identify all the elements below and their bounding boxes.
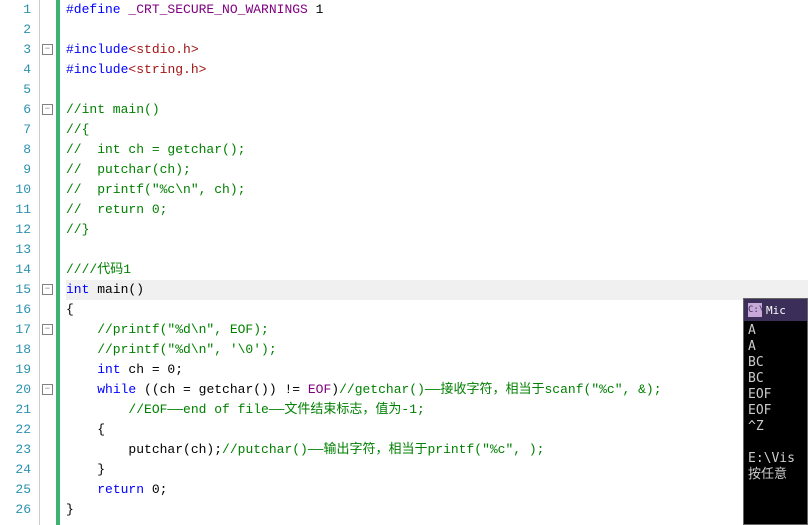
- code-line: {: [66, 420, 808, 440]
- code-line: //}: [66, 220, 808, 240]
- line-number: 10: [0, 180, 31, 200]
- line-number: 4: [0, 60, 31, 80]
- line-number: 1: [0, 0, 31, 20]
- code-line: ////代码1: [66, 260, 808, 280]
- fold-column: − − − − −: [40, 0, 56, 525]
- code-line: while ((ch = getchar()) != EOF)//getchar…: [66, 380, 808, 400]
- fold-toggle[interactable]: −: [42, 384, 53, 395]
- line-number: 16: [0, 300, 31, 320]
- line-number: 13: [0, 240, 31, 260]
- code-line: return 0;: [66, 480, 808, 500]
- code-line: //printf("%d\n", EOF);: [66, 320, 808, 340]
- line-number: 22: [0, 420, 31, 440]
- code-line: [66, 20, 808, 40]
- code-line: #define _CRT_SECURE_NO_WARNINGS 1: [66, 0, 808, 20]
- line-number: 5: [0, 80, 31, 100]
- console-title-text: Mic: [766, 304, 786, 317]
- line-number: 8: [0, 140, 31, 160]
- code-editor: 1234567891011121314151617181920212223242…: [0, 0, 808, 525]
- line-number: 12: [0, 220, 31, 240]
- code-line: //printf("%d\n", '\0');: [66, 340, 808, 360]
- fold-toggle[interactable]: −: [42, 104, 53, 115]
- code-line: // putchar(ch);: [66, 160, 808, 180]
- line-number: 14: [0, 260, 31, 280]
- line-number: 7: [0, 120, 31, 140]
- code-line: int main(): [66, 280, 808, 300]
- line-number: 17: [0, 320, 31, 340]
- fold-toggle[interactable]: −: [42, 44, 53, 55]
- code-line: [66, 240, 808, 260]
- line-number: 25: [0, 480, 31, 500]
- code-line: [66, 80, 808, 100]
- line-number-gutter: 1234567891011121314151617181920212223242…: [0, 0, 40, 525]
- line-number: 18: [0, 340, 31, 360]
- code-line: #include<stdio.h>: [66, 40, 808, 60]
- code-line: {: [66, 300, 808, 320]
- code-line: putchar(ch);//putchar()——输出字符，相当于printf(…: [66, 440, 808, 460]
- line-number: 11: [0, 200, 31, 220]
- line-number: 23: [0, 440, 31, 460]
- code-line: // printf("%c\n", ch);: [66, 180, 808, 200]
- code-line: // int ch = getchar();: [66, 140, 808, 160]
- line-number: 19: [0, 360, 31, 380]
- line-number: 24: [0, 460, 31, 480]
- code-line: }: [66, 500, 808, 520]
- code-line: int ch = 0;: [66, 360, 808, 380]
- line-number: 9: [0, 160, 31, 180]
- line-number: 2: [0, 20, 31, 40]
- line-number: 15: [0, 280, 31, 300]
- fold-toggle[interactable]: −: [42, 324, 53, 335]
- line-number: 6: [0, 100, 31, 120]
- line-number: 26: [0, 500, 31, 520]
- console-titlebar[interactable]: C:\ Mic: [744, 299, 807, 321]
- console-output: A A BC BC EOF EOF ^Z E:\Vis 按任意: [744, 321, 807, 485]
- code-line: }: [66, 460, 808, 480]
- line-number: 21: [0, 400, 31, 420]
- line-number: 20: [0, 380, 31, 400]
- code-line: //{: [66, 120, 808, 140]
- code-line: // return 0;: [66, 200, 808, 220]
- code-area[interactable]: #define _CRT_SECURE_NO_WARNINGS 1 #inclu…: [60, 0, 808, 525]
- console-window[interactable]: C:\ Mic A A BC BC EOF EOF ^Z E:\Vis 按任意: [743, 298, 808, 525]
- code-line: //int main(): [66, 100, 808, 120]
- line-number: 3: [0, 40, 31, 60]
- fold-toggle[interactable]: −: [42, 284, 53, 295]
- code-line: //EOF——end of file——文件结束标志，值为-1;: [66, 400, 808, 420]
- console-icon: C:\: [748, 303, 762, 317]
- code-line: #include<string.h>: [66, 60, 808, 80]
